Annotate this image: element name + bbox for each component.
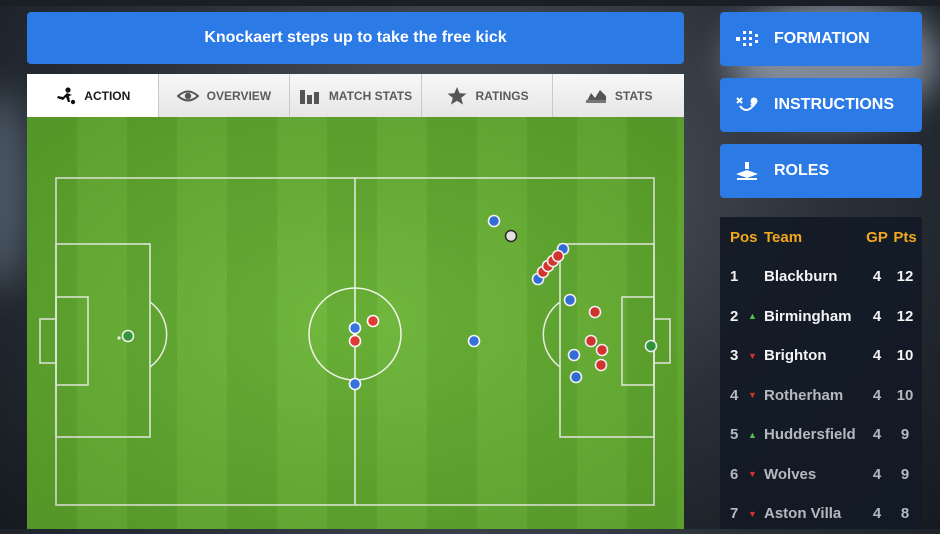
row-team: Rotherham — [764, 386, 844, 404]
arrow-down-icon: ▼ — [748, 390, 757, 401]
row-pts: 9 — [900, 465, 910, 483]
tab-match-stats-label: MATCH STATS — [328, 88, 413, 103]
row-pts: 8 — [900, 505, 910, 523]
row-pts: 12 — [896, 268, 914, 286]
row-pos: 1 — [730, 268, 739, 286]
row-gp: 4 — [872, 347, 882, 365]
eye-icon — [176, 87, 200, 105]
instructions-label: INSTRUCTIONS — [774, 96, 894, 113]
formation-icon — [734, 28, 760, 50]
away-player-marker — [594, 358, 608, 372]
arrow-up-icon: ▲ — [748, 311, 757, 322]
table-row[interactable]: 4 ▼ Rotherham 4 10 — [720, 376, 922, 416]
tab-match-stats[interactable]: MATCH STATS — [290, 74, 422, 117]
formation-button[interactable]: FORMATION — [720, 12, 922, 66]
kick-icon — [54, 86, 76, 105]
row-pos: 6 — [730, 465, 739, 483]
arrow-down-icon: ▼ — [748, 469, 757, 480]
tab-ratings-label: RATINGS — [475, 88, 529, 103]
tab-action-label: ACTION — [84, 88, 131, 103]
arrow-down-icon: ▼ — [748, 508, 757, 519]
row-pts: 12 — [896, 307, 914, 325]
away-player-marker — [584, 334, 598, 348]
top-bar — [0, 0, 940, 6]
header-pos: Pos — [730, 228, 758, 246]
home-player-marker — [569, 370, 583, 384]
arrow-down-icon: ▼ — [748, 350, 757, 361]
instructions-icon — [734, 94, 760, 116]
tab-overview-label: OVERVIEW — [206, 88, 272, 103]
row-pts: 9 — [900, 426, 910, 444]
row-team: Brighton — [764, 347, 827, 365]
row-gp: 4 — [872, 465, 882, 483]
ball-marker — [504, 229, 518, 243]
table-row[interactable]: 7 ▼ Aston Villa 4 8 — [720, 494, 922, 534]
row-gp: 4 — [872, 505, 882, 523]
league-table-header: Pos Team GP Pts — [720, 217, 922, 257]
tab-overview[interactable]: OVERVIEW — [158, 74, 291, 117]
row-pos: 4 — [730, 386, 739, 404]
header-gp: GP — [866, 228, 888, 246]
table-row[interactable]: 3 ▼ Brighton 4 10 — [720, 336, 922, 376]
commentary-banner: Knockaert steps up to take the free kick — [27, 12, 684, 64]
league-table: Pos Team GP Pts 1 Blackburn 4 12 2 ▲ Birmingha… — [720, 217, 922, 529]
row-pos: 7 — [730, 505, 739, 523]
goalkeeper-marker — [121, 329, 135, 343]
row-team: Aston Villa — [764, 505, 842, 523]
arrow-up-icon: ▲ — [748, 429, 757, 440]
tab-action[interactable]: ACTION — [27, 74, 159, 117]
match-tabs: ACTION OVERVIEW MATCH STATS RATINGS STAT… — [27, 74, 684, 118]
row-team: Wolves — [764, 465, 817, 483]
roles-icon — [734, 160, 760, 182]
row-pos: 5 — [730, 426, 739, 444]
away-player-marker — [595, 343, 609, 357]
roles-label: ROLES — [774, 162, 830, 179]
tab-stats-label: STATS — [614, 88, 653, 103]
away-player-marker — [366, 314, 380, 328]
commentary-text: Knockaert steps up to take the free kick — [204, 29, 507, 46]
away-player-marker — [348, 334, 362, 348]
row-pts: 10 — [896, 347, 914, 365]
home-player-marker — [467, 334, 481, 348]
row-gp: 4 — [872, 307, 882, 325]
stats-icon — [585, 87, 607, 105]
goalkeeper-marker — [644, 339, 658, 353]
home-player-marker — [487, 214, 501, 228]
tab-ratings[interactable]: RATINGS — [421, 74, 554, 117]
table-row[interactable]: 1 Blackburn 4 12 — [720, 257, 922, 297]
table-row[interactable]: 6 ▼ Wolves 4 9 — [720, 455, 922, 495]
home-player-marker — [348, 377, 362, 391]
home-player-marker — [563, 293, 577, 307]
row-gp: 4 — [872, 386, 882, 404]
match-pitch — [27, 117, 684, 529]
stadium-light — [0, 90, 30, 290]
star-icon — [446, 86, 468, 105]
league-table-rows: 1 Blackburn 4 12 2 ▲ Birmingham 4 12 3 ▼ Brighton 4 1… — [720, 257, 922, 534]
table-row[interactable]: 2 ▲ Birmingham 4 12 — [720, 297, 922, 337]
tab-stats[interactable]: STATS — [553, 74, 684, 117]
row-pos: 2 — [730, 307, 739, 325]
row-team: Huddersfield — [764, 426, 856, 444]
formation-label: FORMATION — [774, 30, 870, 47]
home-player-marker — [348, 321, 362, 335]
header-pts: Pts — [893, 228, 917, 246]
header-team: Team — [764, 228, 803, 246]
roles-button[interactable]: ROLES — [720, 144, 922, 198]
away-player-marker — [551, 249, 565, 263]
row-pts: 10 — [896, 386, 914, 404]
row-gp: 4 — [872, 268, 882, 286]
row-team: Birmingham — [764, 307, 852, 325]
row-pos: 3 — [730, 347, 739, 365]
instructions-button[interactable]: INSTRUCTIONS — [720, 78, 922, 132]
away-player-marker — [588, 305, 602, 319]
pitch-markings — [39, 177, 671, 506]
row-team: Blackburn — [764, 268, 838, 286]
table-row[interactable]: 5 ▲ Huddersfield 4 9 — [720, 415, 922, 455]
row-gp: 4 — [872, 426, 882, 444]
home-player-marker — [567, 348, 581, 362]
bar-chart-icon — [299, 87, 321, 105]
